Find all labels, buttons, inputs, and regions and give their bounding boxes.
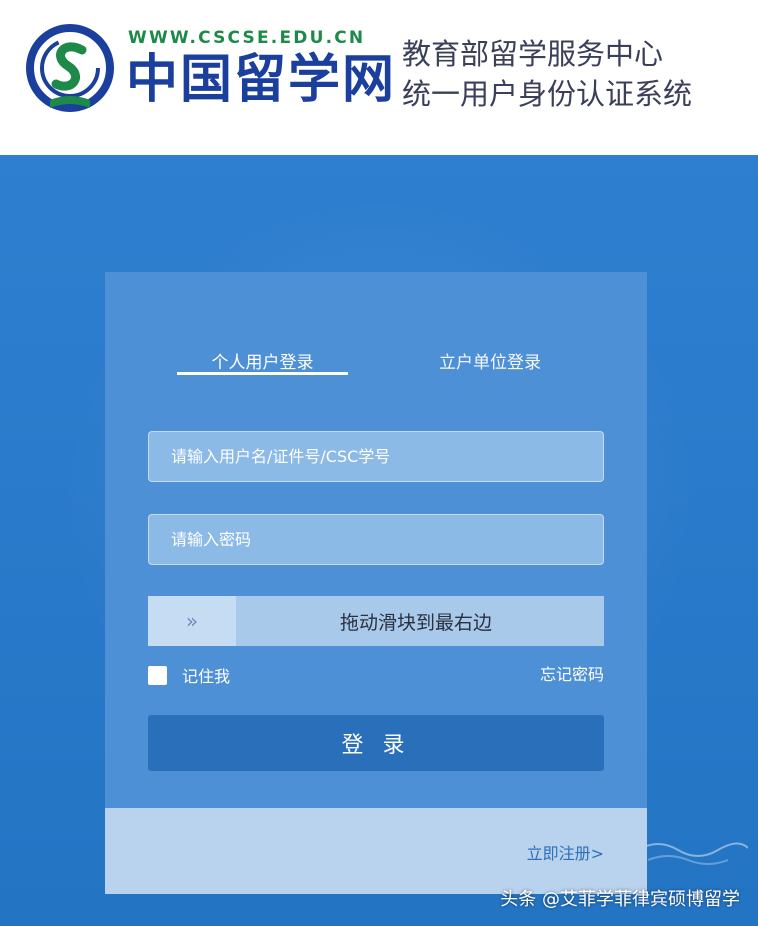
- forgot-password-link[interactable]: 忘记密码: [540, 661, 604, 685]
- site-header: WWW.CSCSE.EDU.CN 中国留学网 教育部留学服务中心 统一用户身份认…: [0, 0, 758, 155]
- register-link[interactable]: 立即注册>: [527, 840, 604, 864]
- tab-unit-login[interactable]: 立户单位登录: [430, 348, 550, 373]
- login-card: 个人用户登录 立户单位登录 » 拖动滑块到最右边 记住我 忘记密码 登 录 立即…: [105, 272, 647, 894]
- password-field[interactable]: [148, 514, 604, 565]
- active-tab-underline: [177, 372, 348, 375]
- slider-captcha: » 拖动滑块到最右边: [148, 596, 604, 646]
- logo-url-text: WWW.CSCSE.EDU.CN: [128, 28, 366, 48]
- username-field[interactable]: [148, 431, 604, 482]
- system-title: 教育部留学服务中心 统一用户身份认证系统: [402, 34, 692, 114]
- system-title-line1: 教育部留学服务中心: [402, 37, 664, 71]
- system-title-line2: 统一用户身份认证系统: [402, 77, 693, 111]
- slider-handle[interactable]: »: [148, 596, 236, 646]
- password-input[interactable]: [171, 515, 603, 564]
- tab-personal-login[interactable]: 个人用户登录: [177, 348, 348, 373]
- cscse-logo-icon: [26, 24, 114, 112]
- remember-me-label: 记住我: [182, 667, 231, 686]
- remember-me: 记住我: [148, 663, 230, 687]
- remember-me-checkbox[interactable]: [148, 665, 167, 685]
- card-footer: 立即注册>: [105, 808, 647, 894]
- double-chevron-right-icon: »: [185, 609, 199, 633]
- username-input[interactable]: [171, 432, 603, 481]
- watermark: 头条 @艾菲学菲律宾硕博留学: [500, 889, 740, 910]
- logo-name-text: 中国留学网: [126, 49, 397, 110]
- wave-decoration-icon: [638, 842, 748, 865]
- login-button[interactable]: 登 录: [148, 715, 604, 771]
- slider-instruction: 拖动滑块到最右边: [339, 611, 492, 634]
